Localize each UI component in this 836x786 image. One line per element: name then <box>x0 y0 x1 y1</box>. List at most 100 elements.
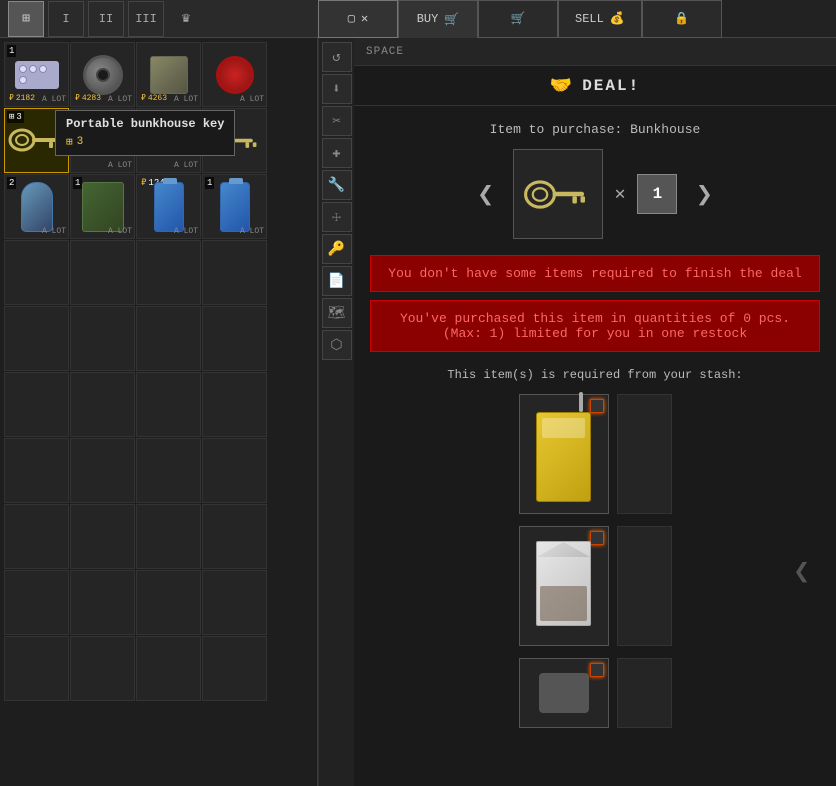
inv-cell-37[interactable] <box>4 636 69 701</box>
inv-cell-25[interactable] <box>4 438 69 503</box>
inv-cell-30[interactable] <box>70 504 135 569</box>
sidebar-btn-hex[interactable]: ⬡ <box>322 330 352 360</box>
inv-cell-11[interactable]: ₽ 12401 A LOT <box>136 174 201 239</box>
price-2: ₽4283 <box>73 92 103 104</box>
stash-item-corner-1 <box>590 399 604 413</box>
milk-carton-visual <box>536 541 591 631</box>
tab-insure[interactable]: 🔒 <box>642 0 722 38</box>
count-icon-5: ⊞ <box>9 112 14 122</box>
inv-cell-6[interactable]: A LOT <box>70 108 135 173</box>
inv-cell-22[interactable] <box>70 372 135 437</box>
inv-cell-29[interactable] <box>4 504 69 569</box>
inv-cell-36[interactable] <box>202 570 267 635</box>
inv-cell-28[interactable] <box>202 438 267 503</box>
inv-cell-38[interactable] <box>70 636 135 701</box>
tab-roman-3[interactable]: III <box>128 1 164 37</box>
stash-item-placeholder-3 <box>617 658 672 728</box>
inv-cell-33[interactable] <box>4 570 69 635</box>
sidebar-btn-scissors[interactable]: ✂ <box>322 106 352 136</box>
inv-cell-13[interactable] <box>4 240 69 305</box>
tab-buy[interactable]: BUY 🛒 <box>398 0 478 38</box>
stash-item-1[interactable] <box>519 394 609 514</box>
inv-cell-9[interactable]: 2 A LOT <box>4 174 69 239</box>
inv-cell-24[interactable] <box>202 372 267 437</box>
inv-cell-1[interactable]: 1 ₽2182 A LOT <box>4 42 69 107</box>
tab-grid[interactable]: ⊞ <box>8 1 44 37</box>
green-pack-item <box>82 182 124 232</box>
inv-cell-32[interactable] <box>202 504 267 569</box>
inv-cell-23[interactable] <box>136 372 201 437</box>
stash-nav-right[interactable]: ❮ <box>793 554 810 589</box>
tab-cart2[interactable]: 🛒 <box>478 0 558 38</box>
multiply-sign: ✕ <box>615 183 626 205</box>
inv-cell-17[interactable] <box>4 306 69 371</box>
tab-window-icon[interactable]: ▢ ✕ <box>318 0 398 38</box>
label-2: A LOT <box>108 95 132 104</box>
sidebar-btn-filter[interactable]: ⬇ <box>322 74 352 104</box>
inv-cell-20[interactable] <box>202 306 267 371</box>
inv-cell-3[interactable]: ₽4263 A LOT <box>136 42 201 107</box>
inv-cell-15[interactable] <box>136 240 201 305</box>
sidebar: ↺ ⬇ ✂ ✚ 🔧 ☩ 🔑 📄 🗺 ⬡ <box>318 38 354 786</box>
wire-item <box>216 56 254 94</box>
sidebar-btn-map[interactable]: 🗺 <box>322 298 352 328</box>
inv-cell-35[interactable] <box>136 570 201 635</box>
trade-tabs: ▢ ✕ BUY 🛒 🛒 SELL 💰 🔒 <box>318 0 836 38</box>
main-area: 1 ₽2182 A LOT <box>0 38 836 786</box>
stash-item-placeholder-2 <box>617 526 672 646</box>
quantity-value: 1 <box>653 185 663 203</box>
sidebar-btn-add[interactable]: ✚ <box>322 138 352 168</box>
window-x-icon: ✕ <box>361 11 368 26</box>
inv-cell-19[interactable] <box>136 306 201 371</box>
error-banner-missing: You don't have some items required to fi… <box>370 255 820 292</box>
stash-item-2[interactable] <box>519 526 609 646</box>
count-val-1: 1 <box>9 46 14 56</box>
sell-icon: 💰 <box>610 11 625 26</box>
label-6: A LOT <box>108 161 132 170</box>
inv-cell-14[interactable] <box>70 240 135 305</box>
label-7: A LOT <box>174 161 198 170</box>
insure-icon: 🔒 <box>674 11 689 26</box>
sidebar-btn-medkit[interactable]: ☩ <box>322 202 352 232</box>
tab-crown[interactable]: ♛ <box>168 1 204 37</box>
inv-cell-21[interactable] <box>4 372 69 437</box>
sidebar-btn-tools[interactable]: 🔧 <box>322 170 352 200</box>
inv-cell-2[interactable]: ₽4283 A LOT <box>70 42 135 107</box>
label-1: A LOT <box>42 95 66 104</box>
pills-item <box>15 61 59 89</box>
inv-cell-8[interactable]: 6 <box>202 108 267 173</box>
tab-sell[interactable]: SELL 💰 <box>558 0 642 38</box>
nav-arrow-left[interactable]: ❮ <box>471 154 501 234</box>
sidebar-btn-doc[interactable]: 📄 <box>322 266 352 296</box>
trade-panel: SPACE 🤝 DEAL! Item to purchase: Bunkhous… <box>354 38 836 786</box>
inv-cell-31[interactable] <box>136 504 201 569</box>
inv-cell-27[interactable] <box>136 438 201 503</box>
inv-cell-18[interactable] <box>70 306 135 371</box>
tab-roman-1[interactable]: I <box>48 1 84 37</box>
inv-cell-10[interactable]: 1 A LOT <box>70 174 135 239</box>
sidebar-btn-key[interactable]: 🔑 <box>322 234 352 264</box>
nav-arrow-right[interactable]: ❯ <box>689 154 719 234</box>
inv-cell-26[interactable] <box>70 438 135 503</box>
inv-cell-40[interactable] <box>202 636 267 701</box>
tab-roman-2[interactable]: II <box>88 1 124 37</box>
stash-item-placeholder-1 <box>617 394 672 514</box>
top-bar: ⊞ I II III ♛ ▢ ✕ BUY 🛒 🛒 SELL 💰 🔒 <box>0 0 836 38</box>
inv-cell-34[interactable] <box>70 570 135 635</box>
sidebar-btn-refresh[interactable]: ↺ <box>322 42 352 72</box>
inv-cell-12[interactable]: 1 A LOT <box>202 174 267 239</box>
inv-cell-39[interactable] <box>136 636 201 701</box>
inv-cell-4[interactable]: A LOT <box>202 42 267 107</box>
inventory-grid: 1 ₽2182 A LOT <box>0 38 317 786</box>
label-12: A LOT <box>240 227 264 236</box>
sell-label: SELL <box>575 12 604 26</box>
label-11: A LOT <box>174 227 198 236</box>
inv-cell-7[interactable]: A LOT <box>136 108 201 173</box>
price-3: ₽4263 <box>139 92 169 104</box>
rope-item <box>21 182 53 232</box>
warning-banner-limit: You've purchased this item in quantities… <box>370 300 820 352</box>
inv-cell-16[interactable] <box>202 240 267 305</box>
stash-item-row-1 <box>519 394 672 514</box>
stash-item-3[interactable] <box>519 658 609 728</box>
inv-cell-5[interactable]: ⊞ 3 <box>4 108 69 173</box>
